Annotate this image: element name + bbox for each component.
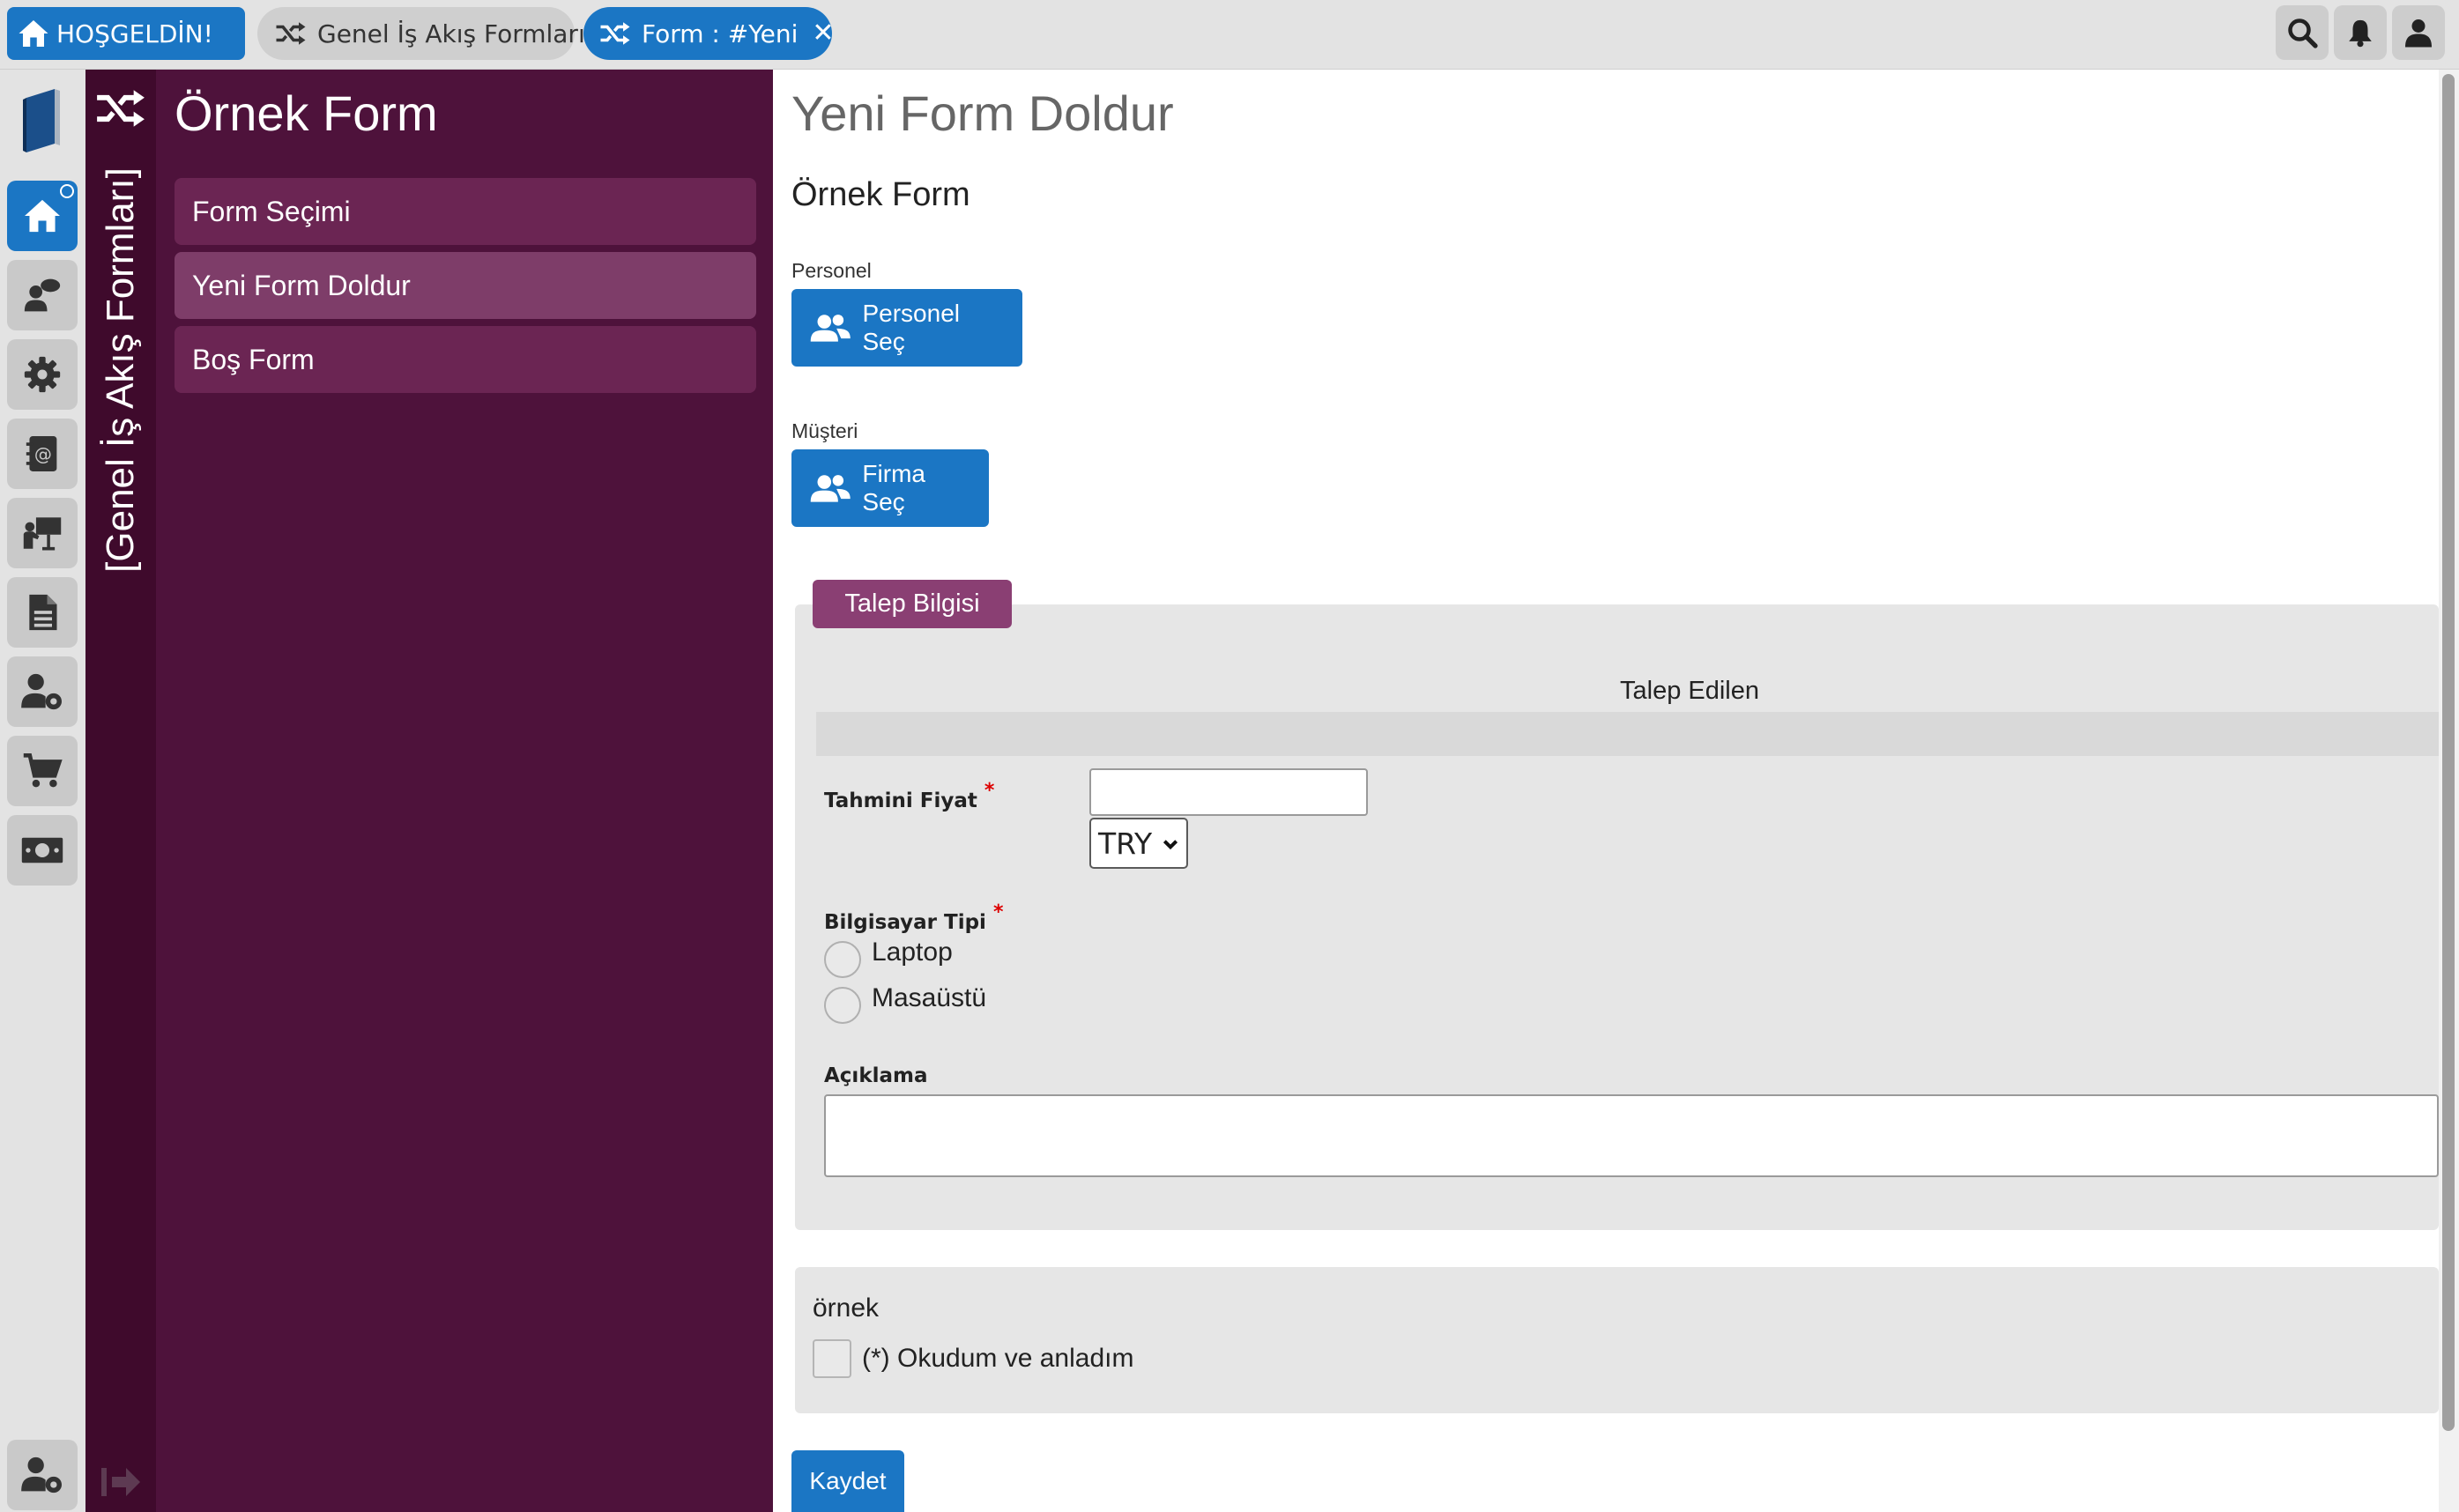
tab-genel-is-akis-formlari[interactable]: Genel İş Akış Formları (257, 7, 585, 60)
rail-support[interactable] (7, 260, 78, 330)
bell-icon (2349, 19, 2372, 48)
user-menu-button[interactable] (2392, 5, 2445, 60)
select-personnel-label: Personel Seç (862, 300, 960, 355)
scrollbar-thumb[interactable] (2442, 74, 2455, 1431)
users-icon (810, 315, 851, 342)
radio-label: Laptop (872, 938, 953, 967)
currency-value: TRY (1098, 826, 1153, 861)
money-icon (21, 837, 63, 863)
book-logo-icon[interactable] (16, 87, 69, 158)
radio-option-laptop[interactable]: Laptop (824, 938, 953, 978)
shuffle-icon (600, 22, 630, 45)
description-label: Açıklama (824, 1064, 928, 1087)
presentation-icon (23, 517, 62, 551)
rail-shop[interactable] (7, 736, 78, 806)
tab-genel-label: Genel İş Akış Formları (317, 19, 585, 48)
home-icon (19, 20, 48, 47)
sidebar-item-bos-form[interactable]: Boş Form (175, 326, 756, 393)
page-title: Yeni Form Doldur (791, 85, 1174, 141)
tab-welcome-label: HOŞGELDİN! (56, 19, 213, 48)
required-mark: * (992, 901, 1004, 923)
price-label: Tahmini Fiyat * (824, 780, 995, 812)
agreement-checkbox-row[interactable]: (*) Okudum ve anladım (813, 1339, 1133, 1378)
user-settings-icon (21, 1456, 62, 1493)
select-company-button[interactable]: Firma Seç (791, 449, 989, 527)
sidebar-title: Örnek Form (175, 85, 438, 141)
price-input[interactable] (1089, 768, 1368, 816)
section-title: Talep Edilen (1620, 677, 1759, 705)
radio-button[interactable] (824, 987, 861, 1024)
radio-label: Masaüstü (872, 983, 987, 1012)
description-textarea[interactable] (824, 1094, 2439, 1177)
radio-button[interactable] (824, 941, 861, 978)
user-chat-icon (24, 278, 61, 312)
fieldset-legend: Talep Bilgisi (813, 580, 1012, 628)
rail-settings[interactable] (7, 339, 78, 410)
radio-option-masaustu[interactable]: Masaüstü (824, 983, 986, 1024)
currency-select[interactable]: TRY (1089, 818, 1188, 869)
search-icon (2288, 19, 2318, 48)
user-icon (2405, 19, 2432, 48)
gear-icon (24, 356, 61, 393)
section-vertical-title: [Genel İş Akış Formları] (99, 167, 142, 573)
cart-icon (23, 753, 63, 788)
rail-finance[interactable] (7, 815, 78, 886)
agreement-title: örnek (813, 1293, 880, 1323)
save-button[interactable]: Kaydet (791, 1450, 904, 1512)
user-settings-icon (21, 673, 62, 710)
users-icon (810, 475, 851, 502)
select-personnel-button[interactable]: Personel Seç (791, 289, 1022, 367)
musteri-label: Müşteri (791, 419, 858, 442)
agreement-checkbox[interactable] (813, 1339, 851, 1378)
rail-contacts[interactable]: @ (7, 419, 78, 489)
close-icon[interactable]: ✕ (812, 20, 834, 47)
notifications-button[interactable] (2334, 5, 2387, 60)
sidebar-item-form-secimi[interactable]: Form Seçimi (175, 178, 756, 245)
shuffle-icon (276, 22, 306, 45)
required-mark: * (984, 780, 995, 802)
tab-form-yeni[interactable]: Form : #Yeni ✕ (583, 7, 835, 60)
svg-text:@: @ (34, 443, 52, 464)
rail-documents[interactable] (7, 577, 78, 648)
tab-welcome[interactable]: HOŞGELDİN! (7, 7, 245, 60)
notification-dot (60, 184, 74, 198)
sidebar-item-yeni-form-doldur[interactable]: Yeni Form Doldur (175, 252, 756, 319)
computer-type-label: Bilgisayar Tipi * (824, 901, 1004, 934)
top-bar: HOŞGELDİN! Genel İş Akış Formları Form :… (0, 0, 2459, 70)
chevron-down-icon (1163, 840, 1178, 850)
rail-home[interactable] (7, 181, 78, 251)
icon-rail: @ (0, 70, 85, 1512)
address-book-icon: @ (26, 436, 57, 471)
document-icon (29, 594, 57, 631)
personel-label: Personel (791, 259, 872, 282)
rail-training[interactable] (7, 498, 78, 568)
search-button[interactable] (2276, 5, 2329, 60)
rail-user-settings[interactable] (7, 656, 78, 727)
select-company-label: Firma Seç (862, 460, 925, 515)
home-icon (25, 199, 60, 233)
logout-icon[interactable] (100, 1464, 142, 1503)
agreement-label: (*) Okudum ve anladım (862, 1344, 1134, 1373)
section-divider (816, 712, 2439, 756)
shuffle-icon (94, 89, 147, 131)
rail-account-settings[interactable] (7, 1440, 78, 1510)
form-name: Örnek Form (791, 176, 970, 213)
tab-form-label: Form : #Yeni (642, 19, 799, 48)
